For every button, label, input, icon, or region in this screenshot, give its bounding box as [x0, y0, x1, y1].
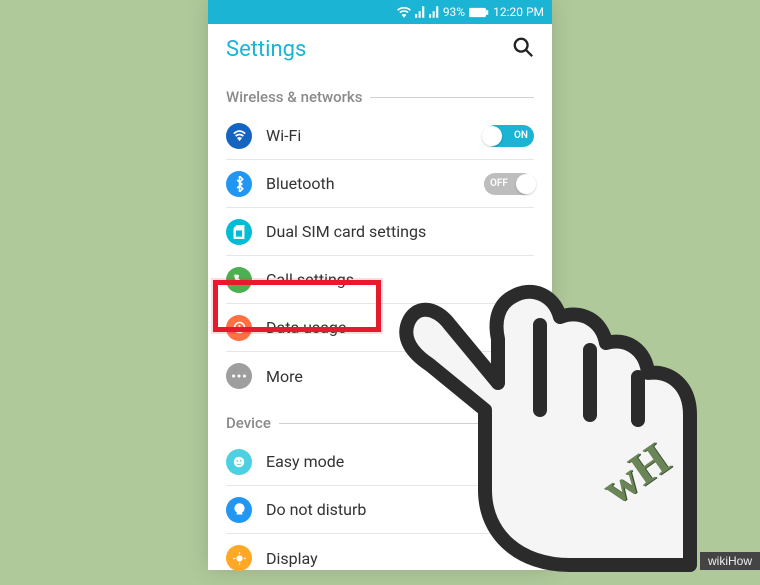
phone-icon	[226, 267, 252, 293]
clock: 12:20 PM	[493, 5, 544, 19]
battery-icon	[469, 7, 489, 18]
signal-2-icon	[429, 6, 439, 18]
row-do-not-disturb[interactable]: Do not disturb	[226, 486, 534, 534]
page-title: Settings	[226, 37, 306, 62]
row-label: More	[266, 367, 534, 386]
row-label: Display	[266, 549, 534, 568]
wifi-icon	[226, 123, 252, 149]
row-label: Bluetooth	[266, 174, 470, 193]
section-device: Device Easy mode Do not disturb Display	[208, 414, 552, 582]
row-call-settings[interactable]: Call settings	[226, 256, 534, 304]
row-wifi[interactable]: Wi-Fi ON	[226, 112, 534, 160]
data-icon	[226, 315, 252, 341]
more-icon	[226, 363, 252, 389]
row-label: Wi-Fi	[266, 126, 470, 145]
wifi-toggle[interactable]: ON	[484, 125, 534, 147]
section-title: Wireless & networks	[226, 88, 362, 106]
dnd-icon	[226, 497, 252, 523]
row-dual-sim[interactable]: Dual SIM card settings	[226, 208, 534, 256]
row-data-usage[interactable]: Data usage	[226, 304, 534, 352]
row-more[interactable]: More	[226, 352, 534, 400]
row-label: Do not disturb	[266, 500, 534, 519]
easy-mode-icon	[226, 449, 252, 475]
phone-frame: 93% 12:20 PM Settings Wireless & network…	[208, 0, 552, 570]
row-label: Data usage	[266, 318, 534, 337]
row-easy-mode[interactable]: Easy mode	[226, 438, 534, 486]
signal-1-icon	[415, 6, 425, 18]
battery-pct: 93%	[443, 5, 465, 19]
bluetooth-toggle[interactable]: OFF	[484, 173, 534, 195]
wikihow-logo: wH	[592, 432, 679, 515]
search-button[interactable]	[512, 36, 534, 62]
divider	[370, 97, 534, 98]
wikihow-badge: wikiHow	[700, 552, 760, 570]
search-icon	[512, 36, 534, 58]
section-header: Device	[226, 414, 534, 432]
row-label: Dual SIM card settings	[266, 222, 534, 241]
section-header: Wireless & networks	[226, 88, 534, 106]
app-header: Settings	[208, 24, 552, 74]
section-title: Device	[226, 414, 271, 432]
bluetooth-icon	[226, 171, 252, 197]
row-label: Easy mode	[266, 452, 534, 471]
row-label: Call settings	[266, 270, 534, 289]
sim-icon	[226, 219, 252, 245]
divider	[279, 423, 534, 424]
row-bluetooth[interactable]: Bluetooth OFF	[226, 160, 534, 208]
wifi-icon	[397, 6, 411, 18]
section-wireless: Wireless & networks Wi-Fi ON Bluetooth O…	[208, 88, 552, 400]
display-icon	[226, 545, 252, 571]
status-bar: 93% 12:20 PM	[208, 0, 552, 24]
row-display[interactable]: Display	[226, 534, 534, 582]
